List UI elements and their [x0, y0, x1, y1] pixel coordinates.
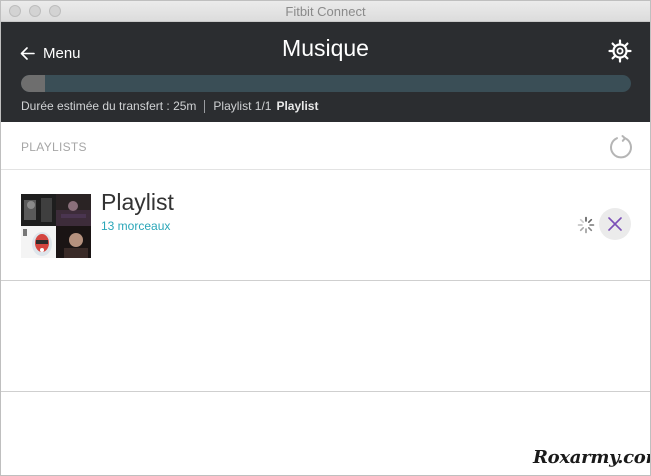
remove-playlist-button[interactable]	[599, 208, 631, 240]
gear-icon[interactable]	[608, 39, 632, 63]
back-menu-button[interactable]: Menu	[20, 42, 81, 64]
playlist-cover-art	[21, 194, 91, 258]
playlist-counter: Playlist 1/1	[213, 99, 272, 113]
app-header: Menu Musique Durée estimée du transfert …	[0, 22, 651, 122]
loading-spinner-icon	[577, 216, 595, 234]
transfer-progress-fill	[21, 75, 46, 92]
section-label: PLAYLISTS	[21, 140, 87, 154]
transfer-progress-bar	[21, 75, 631, 92]
window-titlebar: Fitbit Connect	[0, 0, 651, 22]
album-art-thumbnail	[56, 226, 91, 258]
album-art-thumbnail	[21, 226, 56, 258]
arrow-left-icon	[20, 46, 35, 60]
transfer-status: Durée estimée du transfert : 25m Playlis…	[21, 99, 318, 113]
current-playlist-name: Playlist	[276, 99, 319, 113]
playlist-track-count: 13 morceaux	[101, 219, 171, 233]
playlists-section-header: PLAYLISTS	[0, 122, 651, 170]
page-title: Musique	[282, 35, 369, 61]
divider	[204, 99, 206, 113]
playlist-title: Playlist	[101, 189, 174, 215]
playlist-item[interactable]: Playlist 13 morceaux	[0, 170, 651, 281]
back-menu-label: Menu	[43, 44, 81, 62]
empty-playlist-slot	[0, 281, 651, 392]
refresh-icon[interactable]	[608, 134, 634, 160]
close-icon	[608, 217, 622, 231]
site-watermark: Roxarmy.com	[533, 447, 651, 468]
album-art-thumbnail	[21, 194, 56, 226]
transfer-estimate: Durée estimée du transfert : 25m	[21, 99, 197, 113]
album-art-thumbnail	[56, 194, 91, 226]
window-title: Fitbit Connect	[285, 4, 366, 19]
